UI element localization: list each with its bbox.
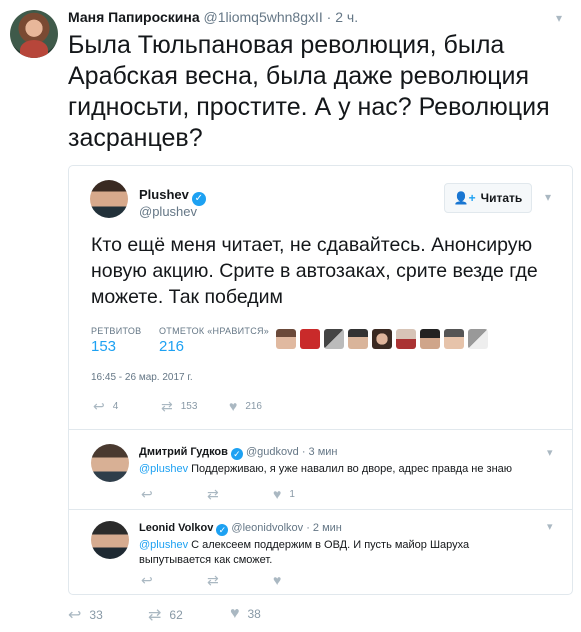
reply-author-avatar[interactable] (91, 444, 129, 482)
chevron-down-icon[interactable]: ▾ (547, 520, 553, 533)
retweet-icon: ⇄ (207, 572, 219, 588)
tweet-header: Маня Папироскина @1liomq5whn8gxII · 2 ч. (68, 9, 358, 25)
reply-header: Leonid Volkov ✓ @leonidvolkov · 2 мин (139, 522, 342, 536)
retweet-action[interactable]: ⇄ 153 (161, 398, 197, 415)
verified-icon: ✓ (216, 524, 229, 536)
reply-icon: ↩ (93, 398, 105, 414)
liker-avatar[interactable] (444, 329, 464, 349)
reply-author-name[interactable]: Leonid Volkov (139, 522, 213, 534)
heart-icon: ♥ (229, 398, 238, 414)
retweet-action[interactable]: ⇄ (207, 572, 219, 589)
retweet-stat-value: 153 (91, 338, 117, 355)
retweet-stat-label: РЕТВИТОВ (91, 326, 142, 336)
reply-action[interactable]: ↩ 33 (68, 605, 103, 625)
more-options-icon[interactable]: ▾ (551, 10, 567, 26)
reply-action[interactable]: ↩ 4 (93, 398, 118, 415)
liker-avatar[interactable] (324, 329, 344, 349)
heart-icon: ♥ (273, 486, 282, 502)
reply-icon: ↩ (68, 607, 82, 624)
retweet-count: 62 (169, 608, 183, 622)
reply-action[interactable]: ↩ (141, 486, 153, 503)
retweet-action[interactable]: ⇄ (207, 486, 219, 503)
quoted-author-name[interactable]: Plushev (139, 187, 189, 202)
like-count: 1 (289, 488, 295, 500)
follow-user-icon: 👤+ (453, 191, 476, 205)
reply-body: Поддерживаю, я уже навалил во дворе, адр… (188, 463, 513, 475)
tweet-time[interactable]: 2 ч. (335, 9, 358, 25)
liker-avatar[interactable] (372, 329, 392, 349)
like-action[interactable]: ♥ 216 (229, 398, 262, 414)
like-stat-value: 216 (159, 338, 185, 355)
reply-actions: ↩ ⇄ ♥ (141, 572, 441, 588)
quoted-tweet-card[interactable]: Plushev ✓ @plushev 👤+ Читать ▾ Кто ещё ме… (68, 165, 573, 595)
liker-avatar[interactable] (348, 329, 368, 349)
tweet-actions: ↩ 33 ⇄ 62 ♥ 38 (68, 605, 368, 625)
retweet-stat[interactable]: РЕТВИТОВ 153 (91, 326, 141, 355)
like-action[interactable]: ♥ 1 (273, 486, 295, 502)
retweet-icon: ⇄ (207, 486, 219, 502)
divider (69, 509, 572, 510)
reply-author-handle[interactable]: @leonidvolkov (231, 522, 303, 534)
reply-text: @plushev Поддерживаю, я уже навалил во д… (139, 462, 539, 477)
reply-header: Дмитрий Гудков ✓ @gudkovd · 3 мин (139, 446, 338, 460)
retweet-count: 153 (180, 401, 198, 412)
retweet-icon: ⇄ (148, 607, 162, 624)
author-handle[interactable]: @1liomq5whn8gxII (204, 9, 323, 25)
like-count: 38 (247, 607, 261, 621)
liker-avatar[interactable] (276, 329, 296, 349)
liker-avatar[interactable] (420, 329, 440, 349)
quoted-author-handle[interactable]: @plushev (139, 204, 197, 219)
reply-count: 4 (112, 401, 119, 412)
separator: · (326, 9, 332, 25)
reply-time[interactable]: · 2 мин (306, 522, 342, 534)
like-stat-label: ОТМЕТОК «НРАВИТСЯ» (159, 326, 270, 336)
mention-link[interactable]: @plushev (139, 463, 188, 475)
reply-actions: ↩ ⇄ ♥ 1 (141, 486, 441, 502)
mention-link[interactable]: @plushev (139, 539, 188, 551)
like-action[interactable]: ♥ 38 (230, 605, 261, 623)
like-action[interactable]: ♥ (273, 572, 289, 588)
quoted-tweet-text: Кто ещё меня читает, не сдавайтесь. Анон… (91, 234, 538, 308)
chevron-down-icon[interactable]: ▾ (547, 446, 553, 459)
heart-icon: ♥ (230, 605, 240, 622)
tweet-timestamp[interactable]: 16:45 - 26 мар. 2017 г. (91, 372, 193, 383)
retweet-action[interactable]: ⇄ 62 (148, 605, 183, 625)
like-count: 216 (245, 400, 262, 412)
reply-count: 33 (89, 608, 103, 622)
chevron-down-icon[interactable]: ▾ (545, 190, 551, 204)
reply-action[interactable]: ↩ (141, 572, 153, 589)
verified-icon: ✓ (230, 448, 243, 460)
retweet-icon: ⇄ (161, 398, 173, 414)
author-avatar[interactable] (10, 10, 58, 58)
heart-icon: ♥ (273, 572, 282, 588)
reply-author-handle[interactable]: @gudkovd (246, 446, 299, 458)
quoted-author-avatar[interactable] (90, 180, 128, 218)
tweet-text: Была Тюльпановая революция, была Арабска… (68, 31, 550, 152)
divider (69, 429, 572, 430)
reply-time[interactable]: · 3 мин (302, 446, 338, 458)
reply-icon: ↩ (141, 572, 153, 588)
reply-author-name[interactable]: Дмитрий Гудков (139, 446, 228, 458)
liker-avatar[interactable] (300, 329, 320, 349)
author-name[interactable]: Маня Папироскина (68, 9, 200, 25)
follow-button-label: Читать (480, 191, 523, 205)
like-stat[interactable]: ОТМЕТОК «НРАВИТСЯ» 216 (159, 326, 269, 355)
follow-button[interactable]: 👤+ Читать (444, 183, 532, 213)
reply-icon: ↩ (141, 486, 153, 502)
reply-text: @plushev С алексеем поддержим в ОВД. И п… (139, 538, 499, 568)
liker-avatar[interactable] (396, 329, 416, 349)
reply-body: С алексеем поддержим в ОВД. И пусть майо… (139, 539, 470, 566)
liker-avatar[interactable] (468, 329, 488, 349)
reply-author-avatar[interactable] (91, 521, 129, 559)
quoted-tweet-actions: ↩ 4 ⇄ 153 ♥ 216 (93, 398, 393, 416)
